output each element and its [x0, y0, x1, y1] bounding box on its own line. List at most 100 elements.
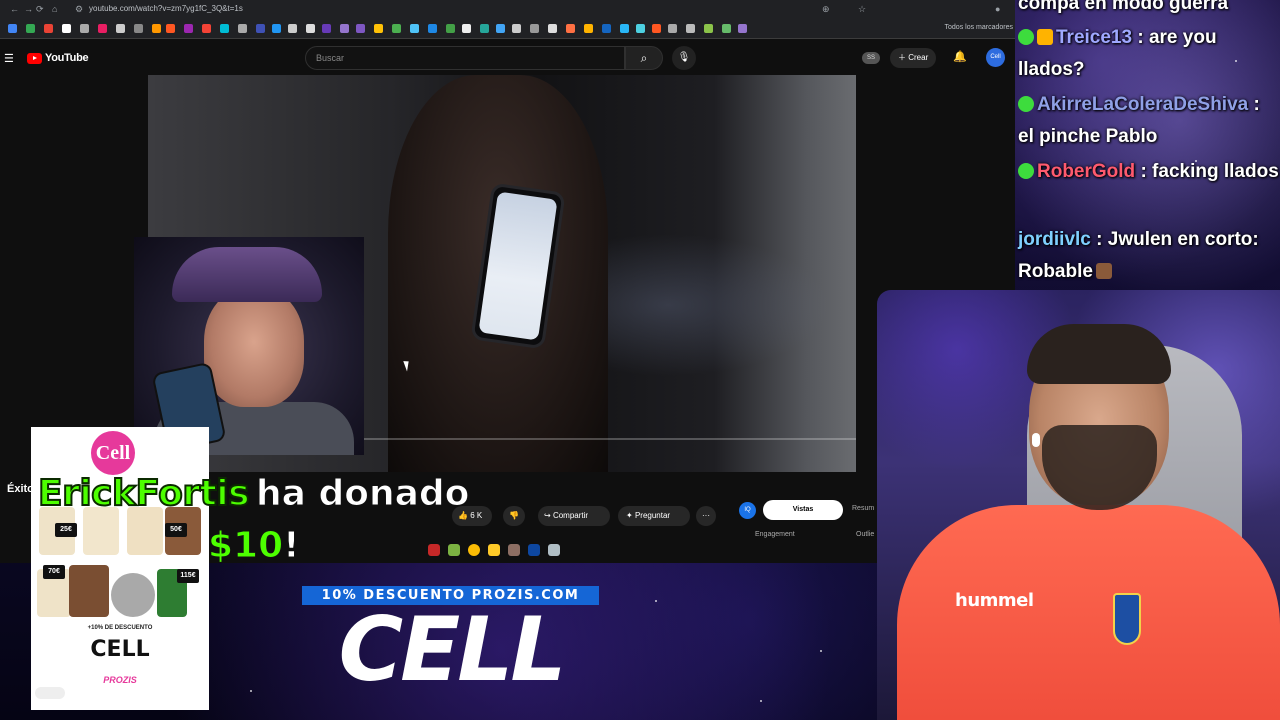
bookmark-icon[interactable]: [548, 24, 557, 33]
bookmark-icon[interactable]: [566, 24, 575, 33]
tab-resumen[interactable]: Resum: [852, 505, 874, 512]
thumbs-down-icon: 👎: [509, 511, 519, 520]
star: [655, 600, 657, 602]
youtube-header: ☰ YouTube Buscar ⌕ 🎙 SS ＋ Crear 🔔 Cell: [0, 40, 1015, 75]
product-tub: [111, 573, 155, 617]
home-icon[interactable]: ⌂: [52, 4, 57, 14]
dislike-button[interactable]: 👎: [503, 506, 525, 526]
zoom-icon[interactable]: ⊕: [822, 4, 830, 15]
bookmark-icon[interactable]: [220, 24, 229, 33]
site-info-icon[interactable]: ⚙: [75, 4, 83, 15]
bookmark-icon[interactable]: [602, 24, 611, 33]
bookmark-icon[interactable]: [512, 24, 521, 33]
donation-amount-line: $10!: [207, 525, 300, 567]
more-actions-button[interactable]: ···: [696, 506, 716, 526]
bookmark-icon[interactable]: [636, 24, 645, 33]
bookmark-icon[interactable]: [584, 24, 593, 33]
bookmark-icon[interactable]: [134, 24, 143, 33]
ask-button[interactable]: ✦ Preguntar: [618, 506, 690, 526]
search-input[interactable]: Buscar: [305, 46, 625, 70]
profile-icon[interactable]: ●: [995, 4, 1000, 14]
notifications-bell-icon[interactable]: 🔔: [953, 50, 967, 63]
bookmark-icon[interactable]: [462, 24, 471, 33]
bookmark-icon[interactable]: [428, 24, 437, 33]
bookmark-icon[interactable]: [62, 24, 71, 33]
bookmark-icon[interactable]: [530, 24, 539, 33]
bookmark-icon[interactable]: [116, 24, 125, 33]
account-avatar[interactable]: Cell: [986, 48, 1005, 67]
tab-vistas[interactable]: Vistas: [763, 500, 843, 520]
bookmark-icon[interactable]: [652, 24, 661, 33]
all-bookmarks-folder[interactable]: Todos los marcadores: [945, 24, 1013, 31]
bookmark-icon[interactable]: [480, 24, 489, 33]
ask-label: Preguntar: [634, 511, 671, 520]
photoshop-icon[interactable]: [528, 544, 540, 556]
bookmark-icon[interactable]: [496, 24, 505, 33]
voice-search-button[interactable]: 🎙: [672, 46, 696, 70]
sparkle-icon: ✦: [626, 511, 635, 520]
bookmark-icon[interactable]: [620, 24, 629, 33]
bookmark-icon[interactable]: [238, 24, 247, 33]
app-icon[interactable]: [448, 544, 460, 556]
bookmark-icon[interactable]: [288, 24, 297, 33]
price-tag: 70€: [43, 565, 65, 579]
microphone-icon: 🎙: [677, 52, 691, 63]
search-button[interactable]: ⌕: [625, 46, 663, 70]
bookmark-icon[interactable]: [256, 24, 265, 33]
bookmark-icon[interactable]: [668, 24, 677, 33]
bookmark-icon[interactable]: [26, 24, 35, 33]
create-button[interactable]: ＋ Crear: [890, 48, 937, 68]
bookmark-icon[interactable]: [446, 24, 455, 33]
reload-icon[interactable]: ⟳: [36, 4, 44, 15]
star: [820, 650, 822, 652]
donation-donor: ErickFortis: [37, 472, 251, 515]
app-icon[interactable]: [548, 544, 560, 556]
folder-icon[interactable]: [488, 544, 500, 556]
chat-text: : facking llados: [1140, 161, 1279, 182]
bookmark-icon[interactable]: [306, 24, 315, 33]
video-frame-phone-screen: [478, 191, 558, 341]
app-icon[interactable]: [508, 544, 520, 556]
bookmark-icon[interactable]: [166, 24, 175, 33]
bookmark-icon[interactable]: [184, 24, 193, 33]
bookmark-icon[interactable]: [392, 24, 401, 33]
share-icon: ↪: [544, 511, 553, 520]
menu-icon[interactable]: ☰: [4, 52, 14, 65]
ad-logo: Cell: [91, 431, 135, 475]
bookmark-star-icon[interactable]: ☆: [858, 4, 866, 15]
bookmark-icon[interactable]: [374, 24, 383, 33]
extension-badge[interactable]: SS: [862, 52, 880, 64]
stream-layout: ← → ⟳ ⌂ ⚙ youtube.com/watch?v=zm7yg1fC_3…: [0, 0, 1280, 720]
bookmark-icon[interactable]: [686, 24, 695, 33]
address-bar[interactable]: youtube.com/watch?v=zm7yg1fC_3Q&t=1s: [89, 4, 243, 13]
bookmark-icon[interactable]: [44, 24, 53, 33]
bookmark-icon[interactable]: [356, 24, 365, 33]
bookmark-icon[interactable]: [410, 24, 419, 33]
bookmark-icon[interactable]: [8, 24, 17, 33]
chat-message: RoberGold : facking llados: [1018, 156, 1280, 188]
forward-icon[interactable]: →: [24, 4, 33, 14]
search-icon: ⌕: [640, 51, 648, 65]
youtube-logo[interactable]: YouTube: [27, 52, 89, 64]
bookmark-icon[interactable]: [202, 24, 211, 33]
bookmark-icon[interactable]: [704, 24, 713, 33]
bookmark-icon[interactable]: [152, 24, 161, 33]
bookmark-icon[interactable]: [738, 24, 747, 33]
back-icon[interactable]: ←: [10, 4, 19, 14]
bookmark-icon[interactable]: [722, 24, 731, 33]
chat-overlay: compa en modo guerra Treice13 : are you …: [1015, 0, 1280, 290]
bookmark-icon[interactable]: [98, 24, 107, 33]
product-bag: [127, 507, 163, 555]
bookmark-icon[interactable]: [340, 24, 349, 33]
chat-username: Treice13: [1056, 27, 1133, 48]
star: [760, 700, 762, 702]
share-label: Compartir: [552, 511, 589, 520]
chrome-icon[interactable]: [468, 544, 480, 556]
bookmark-icon[interactable]: [322, 24, 331, 33]
bookmark-icon[interactable]: [80, 24, 89, 33]
share-button[interactable]: ↪ Compartir: [538, 506, 610, 526]
bookmark-icon[interactable]: [272, 24, 281, 33]
ad-brand: PROZIS: [103, 675, 137, 685]
vidiq-badge[interactable]: IQ: [739, 502, 756, 519]
app-icon[interactable]: [428, 544, 440, 556]
